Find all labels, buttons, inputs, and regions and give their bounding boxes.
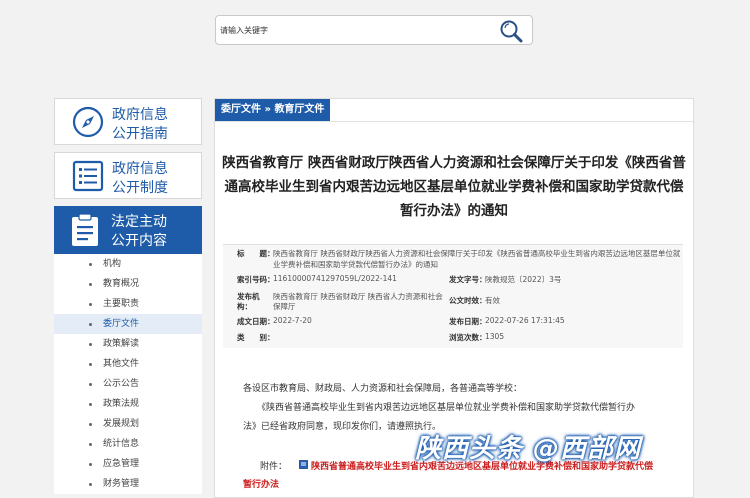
bullet-icon (89, 443, 92, 446)
meta-pubdate-key: 发布日期： (449, 317, 487, 326)
bullet-icon (89, 483, 92, 486)
meta-validity-value: 有效 (485, 296, 500, 305)
nav-mandatory-line1: 法定主动 (111, 214, 167, 230)
title-line: 通高校毕业生到省内艰苦边远地区基层单位就业学费补偿和国家助学贷款代偿 (224, 179, 684, 195)
title-line: 暂行办法》的通知 (400, 203, 508, 219)
document-metadata: 标 题： 陕西省教育厅 陕西省财政厅陕西省人力资源和社会保障厅关于印发《陕西省普… (223, 244, 683, 348)
attachment-label: 附件： (260, 462, 288, 472)
breadcrumb-tab: 委厅文件 » 教育厅文件 (215, 99, 331, 121)
subnav-item[interactable]: 教育概况 (54, 274, 202, 294)
meta-validity-key: 公文时效： (449, 296, 487, 305)
breadcrumb-link-first[interactable]: 委厅文件 (221, 104, 261, 115)
search-box (215, 15, 533, 45)
search-input[interactable] (220, 22, 490, 38)
bullet-icon (89, 283, 92, 286)
meta-issuer-value-cont: 保障厅 (273, 302, 296, 311)
page-title: 陕西省教育厅 陕西省财政厅陕西省人力资源和社会保障厅关于印发《陕西省普 通高校毕… (219, 151, 689, 223)
meta-category-key: 类 别： (237, 333, 275, 342)
meta-issuer-key-cont: 构： (237, 302, 252, 311)
bullet-icon (89, 263, 92, 266)
nav-system-line2: 公开制度 (112, 180, 168, 196)
meta-index-value: 11610000741297059L/2022-141 (273, 274, 397, 283)
meta-docno-key: 发文字号： (449, 275, 487, 284)
nav-guide[interactable]: 政府信息 公开指南 (54, 98, 202, 145)
subnav-item[interactable]: 统计信息 (54, 434, 202, 454)
subnav-item[interactable]: 其他文件 (54, 354, 202, 374)
breadcrumb-link-second[interactable]: 教育厅文件 (274, 104, 324, 115)
nav-system[interactable]: 政府信息 公开制度 (54, 152, 202, 199)
compass-icon (72, 106, 104, 138)
body-paragraph-cont: 法》已经省政府同意，现印发你们，请遵照执行。 (243, 422, 442, 432)
bullet-icon (89, 423, 92, 426)
bullet-icon (89, 323, 92, 326)
meta-index-key: 索引号码： (237, 275, 275, 284)
meta-title-value-cont: 业学费补偿和国家助学贷款代偿暂行办法》的通知 (273, 260, 438, 269)
subnav-item[interactable]: 机构 (54, 254, 202, 274)
nav-guide-line2: 公开指南 (112, 126, 168, 142)
bullet-icon (89, 383, 92, 386)
title-line: 陕西省教育厅 陕西省财政厅陕西省人力资源和社会保障厅关于印发《陕西省普 (222, 155, 686, 171)
search-icon[interactable] (498, 18, 524, 44)
meta-views-value: 1305 (485, 332, 505, 341)
attachment-link-cont[interactable]: 暂行办法 (243, 477, 279, 490)
meta-title-value: 陕西省教育厅 陕西省财政厅陕西省人力资源和社会保障厅关于印发《陕西省普通高校毕业… (273, 249, 681, 258)
subnav-item[interactable]: 应急管理 (54, 454, 202, 474)
meta-docno-value: 陕教规范〔2022〕3号 (485, 275, 562, 284)
breadcrumb-separator: » (264, 104, 271, 115)
meta-issuer-value: 陕西省教育厅 陕西省财政厅 陕西省人力资源和社会 (273, 292, 443, 301)
list-icon (72, 160, 104, 192)
meta-views-key: 浏览次数： (449, 333, 487, 342)
subnav-item-active[interactable]: 委厅文件 (54, 314, 202, 334)
body-paragraph: 各设区市教育局、财政局、人力资源和社会保障局，各普通高等学校： (243, 384, 523, 394)
nav-guide-line1: 政府信息 (112, 107, 168, 123)
meta-date-key: 成文日期： (237, 317, 275, 326)
bullet-icon (89, 343, 92, 346)
meta-date-value: 2022-7-20 (273, 316, 312, 325)
document-icon (299, 460, 308, 469)
clipboard-icon (72, 213, 98, 246)
subnav-item[interactable]: 发展规划 (54, 414, 202, 434)
bullet-icon (89, 463, 92, 466)
subnav-item[interactable]: 主要职责 (54, 294, 202, 314)
subnav-item[interactable]: 公示公告 (54, 374, 202, 394)
watermark: 陕西头条 @西部网 (415, 434, 642, 464)
bullet-icon (89, 363, 92, 366)
meta-pubdate-value: 2022-07-26 17:31:45 (485, 316, 565, 325)
body-paragraph: 《陕西省普通高校毕业生到省内艰苦边远地区基层单位就业学费补偿和国家助学贷款代偿暂… (257, 403, 636, 413)
nav-mandatory-disclosure[interactable]: 法定主动 公开内容 (54, 206, 202, 254)
bullet-icon (89, 303, 92, 306)
subnav-item[interactable]: 财务管理 (54, 474, 202, 494)
bullet-icon (89, 403, 92, 406)
breadcrumb: 委厅文件 » 教育厅文件 (215, 99, 693, 122)
meta-title-key: 标 题： (237, 249, 275, 258)
sub-nav-list: 机构 教育概况 主要职责 委厅文件 政策解读 其他文件 公示公告 政策法规 发展… (54, 254, 202, 494)
subnav-item[interactable]: 政策解读 (54, 334, 202, 354)
subnav-item[interactable]: 政策法规 (54, 394, 202, 414)
nav-system-line1: 政府信息 (112, 161, 168, 177)
nav-mandatory-line2: 公开内容 (111, 233, 167, 249)
